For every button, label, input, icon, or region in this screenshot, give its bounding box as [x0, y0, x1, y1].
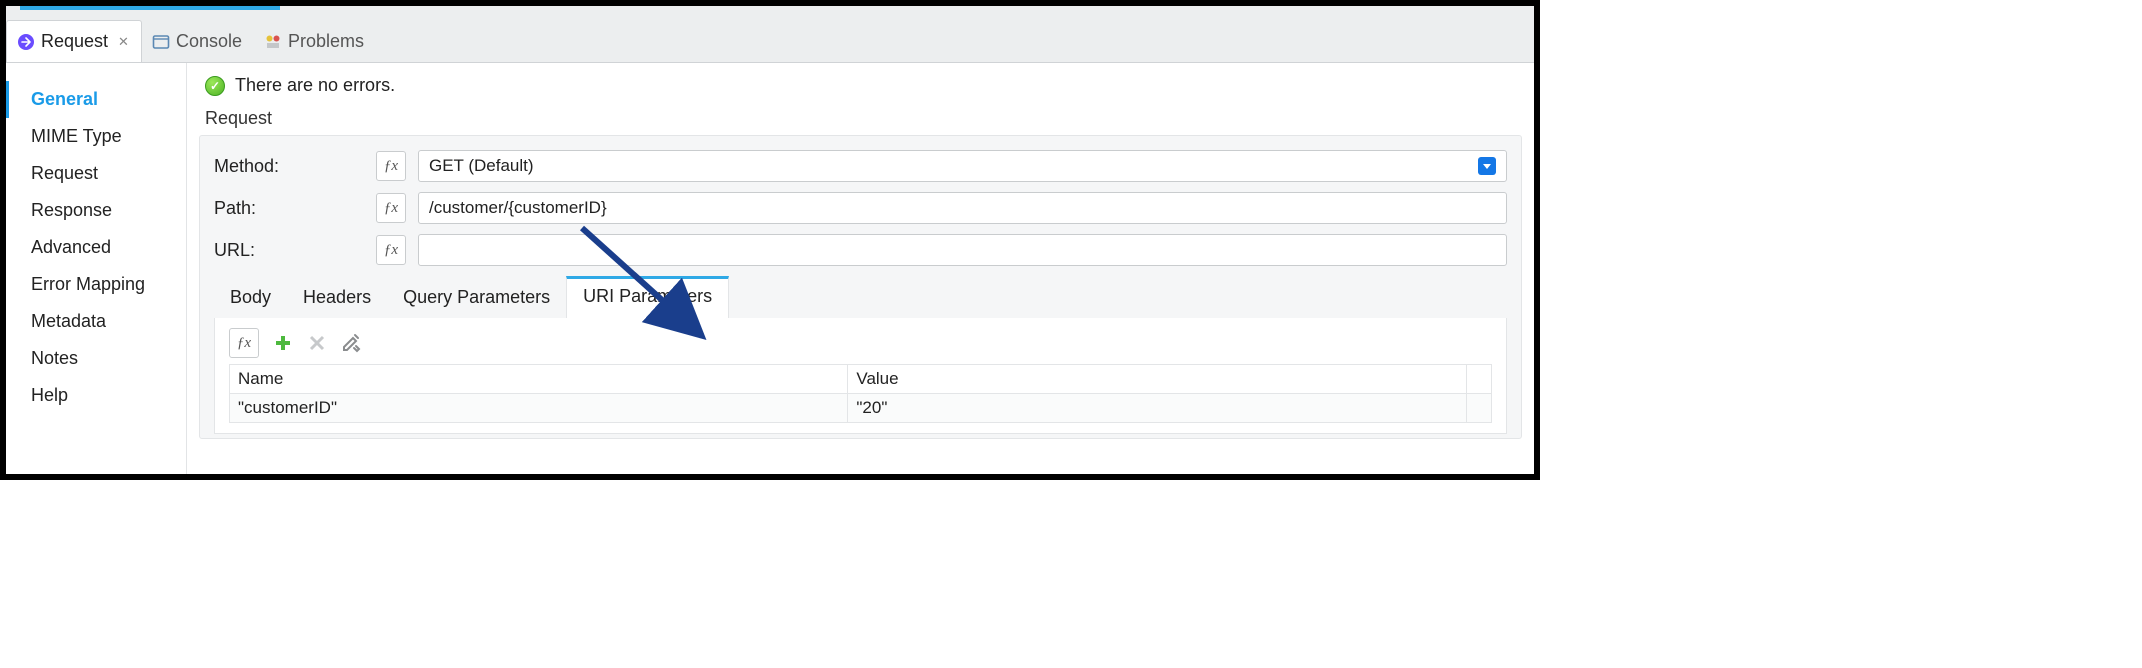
url-input[interactable] — [418, 234, 1507, 266]
console-icon — [152, 33, 170, 51]
cell-spacer — [1466, 394, 1491, 423]
tab-console[interactable]: Console — [142, 21, 254, 62]
sidebar-item-mime-type[interactable]: MIME Type — [6, 118, 186, 155]
cell-name[interactable]: "customerID" — [230, 394, 848, 423]
fx-button-url[interactable]: ƒx — [376, 235, 406, 265]
method-select[interactable]: GET (Default) — [418, 150, 1507, 182]
subtab-label: URI Parameters — [583, 286, 712, 306]
sidebar-item-advanced[interactable]: Advanced — [6, 229, 186, 266]
sidebar-item-label: Advanced — [31, 237, 111, 257]
sidebar-item-error-mapping[interactable]: Error Mapping — [6, 266, 186, 303]
subtab-query-parameters[interactable]: Query Parameters — [387, 276, 566, 318]
tab-problems[interactable]: Problems — [254, 21, 376, 62]
params-toolbar: ƒx — [229, 328, 1492, 358]
sidebar-item-request[interactable]: Request — [6, 155, 186, 192]
path-label: Path: — [214, 198, 364, 219]
subtab-label: Query Parameters — [403, 287, 550, 307]
tools-icon[interactable] — [341, 333, 361, 353]
section-title: Request — [187, 102, 1534, 135]
col-value[interactable]: Value — [848, 365, 1466, 394]
sidebar-item-label: Response — [31, 200, 112, 220]
fx-button-method[interactable]: ƒx — [376, 151, 406, 181]
method-value: GET (Default) — [429, 156, 534, 176]
table-header-row: Name Value — [230, 365, 1492, 394]
tab-label: Request — [41, 31, 108, 52]
sidebar-item-response[interactable]: Response — [6, 192, 186, 229]
chevron-down-icon — [1478, 157, 1496, 175]
path-input[interactable]: /customer/{customerID} — [418, 192, 1507, 224]
status-text: There are no errors. — [235, 75, 395, 96]
editor-tabstrip: Request ✕ Console Problems — [6, 10, 1534, 62]
tab-label: Problems — [288, 31, 364, 52]
success-icon: ✓ — [205, 76, 225, 96]
sidebar-item-label: Error Mapping — [31, 274, 145, 294]
sidebar-item-help[interactable]: Help — [6, 377, 186, 414]
sidebar-item-metadata[interactable]: Metadata — [6, 303, 186, 340]
tab-label: Console — [176, 31, 242, 52]
cell-value[interactable]: "20" — [848, 394, 1466, 423]
col-name[interactable]: Name — [230, 365, 848, 394]
subtab-body[interactable]: Body — [214, 276, 287, 318]
close-icon[interactable]: ✕ — [118, 34, 129, 50]
fx-button-path[interactable]: ƒx — [376, 193, 406, 223]
uri-parameters-panel: ƒx Name — [214, 318, 1507, 434]
sidebar-item-label: General — [31, 89, 98, 109]
path-row: Path: ƒx /customer/{customerID} — [214, 192, 1507, 224]
col-spacer — [1466, 365, 1491, 394]
params-table: Name Value "customerID" "20" — [229, 364, 1492, 423]
sidebar-item-general[interactable]: General — [6, 81, 186, 118]
request-icon — [17, 33, 35, 51]
method-label: Method: — [214, 156, 364, 177]
add-icon[interactable] — [273, 333, 293, 353]
sidebar-item-label: Metadata — [31, 311, 106, 331]
fx-button-params[interactable]: ƒx — [229, 328, 259, 358]
table-row[interactable]: "customerID" "20" — [230, 394, 1492, 423]
app-window: Request ✕ Console Problems General MIME … — [0, 0, 1540, 480]
workspace: General MIME Type Request Response Advan… — [6, 62, 1534, 474]
request-subtabs: Body Headers Query Parameters URI Parame… — [214, 276, 1507, 318]
sidebar-item-label: MIME Type — [31, 126, 122, 146]
subtab-label: Body — [230, 287, 271, 307]
subtab-uri-parameters[interactable]: URI Parameters — [566, 276, 729, 318]
request-form-card: Method: ƒx GET (Default) Path: ƒx /custo… — [199, 135, 1522, 439]
sidebar-item-label: Help — [31, 385, 68, 405]
tab-request[interactable]: Request ✕ — [6, 20, 142, 62]
main-panel: ✓ There are no errors. Request Method: ƒ… — [186, 63, 1534, 474]
sidebar-item-label: Notes — [31, 348, 78, 368]
delete-icon[interactable] — [307, 333, 327, 353]
status-bar: ✓ There are no errors. — [187, 63, 1534, 102]
sidebar: General MIME Type Request Response Advan… — [6, 63, 186, 474]
url-label: URL: — [214, 240, 364, 261]
subtab-headers[interactable]: Headers — [287, 276, 387, 318]
problems-icon — [264, 33, 282, 51]
method-row: Method: ƒx GET (Default) — [214, 150, 1507, 182]
url-row: URL: ƒx — [214, 234, 1507, 266]
sidebar-item-label: Request — [31, 163, 98, 183]
path-value: /customer/{customerID} — [429, 198, 607, 218]
subtab-label: Headers — [303, 287, 371, 307]
sidebar-item-notes[interactable]: Notes — [6, 340, 186, 377]
